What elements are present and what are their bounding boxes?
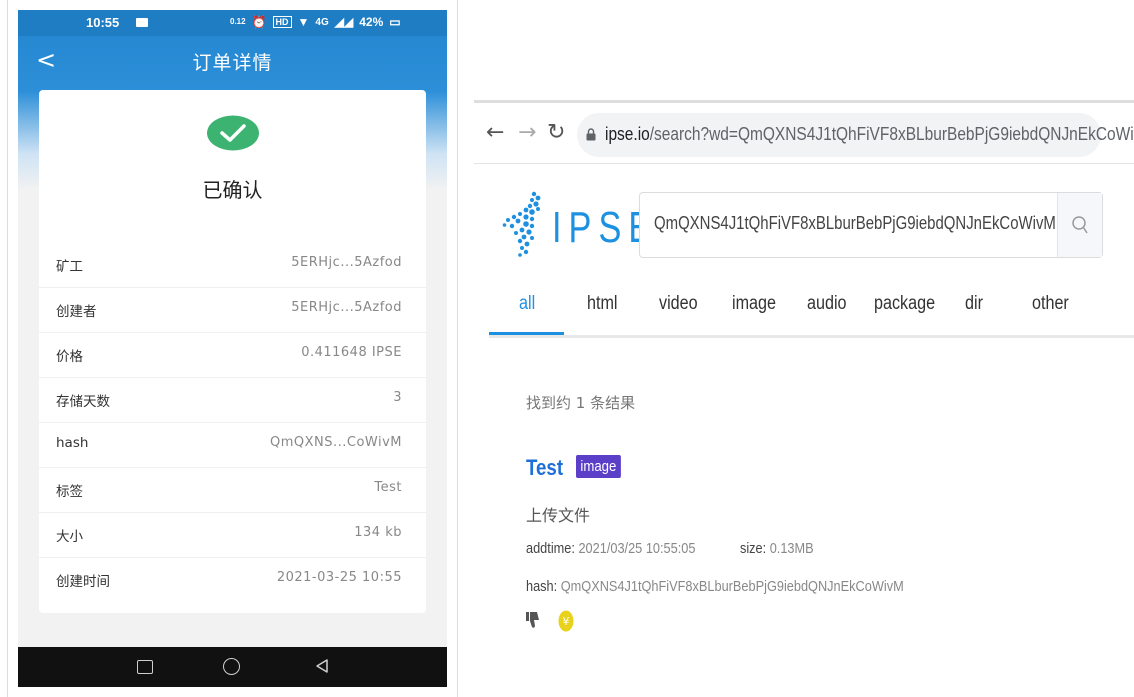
lock-icon — [586, 128, 596, 141]
detail-row-created-time: 创建时间 2021-03-25 10:55 — [39, 558, 426, 603]
coin-icon[interactable]: ¥ — [558, 610, 574, 632]
divider-left — [7, 0, 8, 697]
detail-label: 大小 — [56, 529, 83, 545]
status-time: 10:55 — [86, 15, 120, 30]
detail-label: 价格 — [56, 349, 83, 365]
forward-arrow-icon[interactable]: → — [518, 118, 536, 148]
tab-audio[interactable]: audio — [807, 293, 847, 315]
network-speed: 0.12 — [230, 17, 246, 26]
search-input[interactable]: QmQXNS4J1tQhFiVF8xBLburBebPjG9iebdQNJnEk… — [639, 192, 1103, 258]
hash-label: hash: — [526, 578, 558, 595]
category-tabs: all html video image audio package dir o… — [489, 285, 1134, 338]
page-title: 订单详情 — [192, 52, 273, 74]
detail-value: 5ERHjc...5Azfod — [291, 255, 402, 270]
battery-percent: 42% — [359, 15, 384, 29]
detail-value: 3 — [393, 390, 402, 405]
addtime-label: addtime: — [526, 540, 575, 557]
ipse-logo[interactable]: IPSE — [502, 190, 651, 260]
wifi-icon: ▼ — [297, 15, 310, 29]
result-title-link[interactable]: Test — [526, 455, 563, 481]
signal-label: 4G — [315, 16, 329, 28]
addtime-value: 2021/03/25 10:55:05 — [578, 540, 696, 557]
battery-icon: ▭ — [389, 15, 401, 29]
detail-label: 矿工 — [56, 259, 83, 275]
signal-icon: ◢◢ — [334, 15, 354, 29]
divider-right — [457, 0, 458, 697]
result-count: 找到约 1 条结果 — [526, 394, 636, 412]
result-meta: addtime: 2021/03/25 10:55:05 size: 0.13M… — [526, 540, 814, 557]
detail-value: Test — [374, 480, 402, 495]
detail-value: 2021-03-25 10:55 — [276, 570, 402, 585]
browser-top-border — [474, 100, 1134, 103]
recents-icon[interactable] — [137, 660, 153, 674]
browser-window: ← → ↻ ipse.io/search?wd=QmQXNS4J1tQhFiVF… — [474, 100, 1134, 697]
detail-row-hash: hash QmQXNS...CoWivM — [39, 423, 426, 468]
detail-value: QmQXNS...CoWivM — [269, 435, 402, 450]
url-text[interactable]: ipse.io/search?wd=QmQXNS4J1tQhFiVF8xBLbu… — [605, 124, 1134, 145]
detail-row-creator: 创建者 5ERHjc...5Azfod — [39, 288, 426, 333]
tab-video[interactable]: video — [659, 293, 698, 315]
detail-label: 创建时间 — [56, 574, 110, 590]
detail-row-miner: 矿工 5ERHjc...5Azfod — [39, 243, 426, 288]
result-hash: hash: QmQXNS4J1tQhFiVF8xBLburBebPjG9iebd… — [526, 578, 904, 595]
active-tab-underline — [489, 332, 564, 335]
image-notification-icon — [136, 18, 148, 27]
detail-label: hash — [56, 435, 89, 451]
android-nav-bar — [18, 647, 447, 687]
nav-bar: < 订单详情 — [18, 44, 447, 84]
back-triangle-icon[interactable] — [314, 658, 330, 674]
detail-value: 0.411648 IPSE — [301, 345, 402, 360]
url-host: ipse.io — [605, 124, 650, 144]
alarm-icon: ⏰ — [251, 15, 267, 29]
detail-label: 标签 — [56, 484, 83, 500]
back-arrow-icon[interactable]: ← — [486, 118, 504, 148]
detail-row-storage-days: 存储天数 3 — [39, 378, 426, 423]
tab-dir[interactable]: dir — [965, 293, 983, 315]
tab-package[interactable]: package — [874, 293, 935, 315]
tab-image[interactable]: image — [732, 293, 776, 315]
hash-value: QmQXNS4J1tQhFiVF8xBLburBebPjG9iebdQNJnEk… — [560, 578, 904, 595]
result-type-badge: image — [576, 455, 621, 478]
home-icon[interactable] — [223, 658, 240, 675]
tab-other[interactable]: other — [1032, 293, 1069, 315]
search-query[interactable]: QmQXNS4J1tQhFiVF8xBLburBebPjG9iebdQNJnEk… — [654, 213, 1056, 234]
tab-html[interactable]: html — [587, 293, 618, 315]
confirmed-check-icon — [207, 115, 259, 151]
order-detail-card: 已确认 矿工 5ERHjc...5Azfod 创建者 5ERHjc...5Azf… — [39, 90, 426, 613]
dislike-icon[interactable] — [526, 612, 540, 629]
status-icons: 0.12 ⏰ HD ▼ 4G ◢◢ 42% ▭ — [230, 15, 401, 29]
detail-row-tag: 标签 Test — [39, 468, 426, 513]
detail-value: 5ERHjc...5Azfod — [291, 300, 402, 315]
reload-icon[interactable]: ↻ — [547, 118, 565, 148]
size-label: size: — [739, 540, 767, 557]
detail-label: 创建者 — [56, 304, 97, 320]
svg-text:¥: ¥ — [563, 615, 570, 628]
phone-screen: 10:55 0.12 ⏰ HD ▼ 4G ◢◢ 42% ▭ < 订单详情 已确认… — [18, 10, 447, 687]
url-path: /search?wd=QmQXNS4J1tQhFiVF8xBLburBebPjG… — [649, 124, 1134, 144]
tab-all[interactable]: all — [519, 293, 535, 315]
ipse-logo-mark-icon — [502, 191, 541, 257]
volte-icon: HD — [272, 16, 292, 28]
result-description: 上传文件 — [526, 506, 591, 525]
detail-label: 存储天数 — [56, 394, 110, 410]
search-button[interactable] — [1057, 193, 1102, 257]
status-bar: 10:55 0.12 ⏰ HD ▼ 4G ◢◢ 42% ▭ — [18, 10, 447, 36]
detail-row-size: 大小 134 kb — [39, 513, 426, 558]
search-icon — [1072, 216, 1088, 234]
browser-toolbar: ← → ↻ ipse.io/search?wd=QmQXNS4J1tQhFiVF… — [474, 105, 1134, 164]
detail-row-price: 价格 0.411648 IPSE — [39, 333, 426, 378]
detail-list: 矿工 5ERHjc...5Azfod 创建者 5ERHjc...5Azfod 价… — [39, 243, 426, 603]
address-bar[interactable]: ipse.io/search?wd=QmQXNS4J1tQhFiVF8xBLbu… — [577, 113, 1134, 157]
size-value: 0.13MB — [769, 540, 814, 557]
order-status: 已确认 — [202, 178, 263, 202]
detail-value: 134 kb — [354, 525, 402, 540]
